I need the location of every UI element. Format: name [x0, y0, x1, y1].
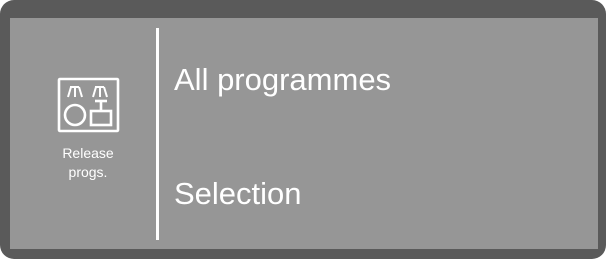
release-programmes-icon [57, 77, 120, 133]
menu-item-all-programmes[interactable]: All programmes [174, 62, 391, 98]
display-screen: Release progs. All programmes Selection [10, 18, 598, 249]
release-label-line2: progs. [68, 164, 108, 180]
display-bezel: Release progs. All programmes Selection [0, 0, 606, 259]
vertical-divider [156, 28, 159, 240]
release-label-line1: Release [62, 145, 114, 161]
release-programmes-label: Release progs. [30, 144, 146, 182]
menu-item-selection[interactable]: Selection [174, 176, 302, 212]
